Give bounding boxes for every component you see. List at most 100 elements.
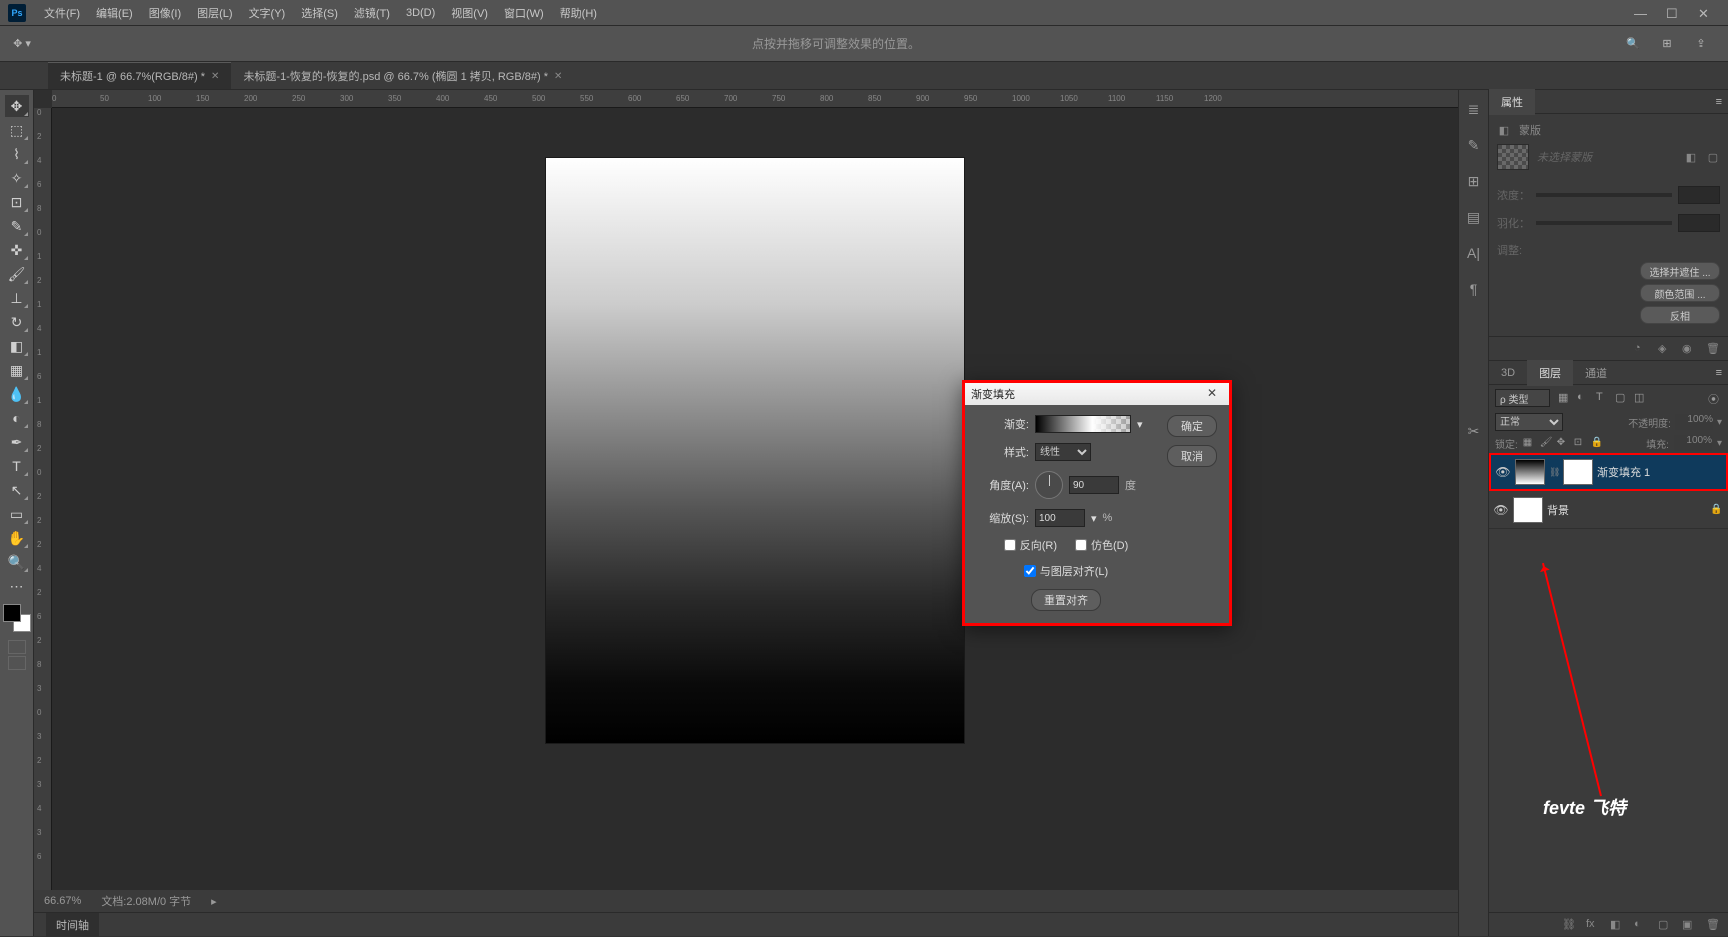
doc-tab-1[interactable]: 未标题-1 @ 66.7%(RGB/8#) * ✕ bbox=[48, 62, 231, 89]
layer-kind-select[interactable]: ρ 类型 bbox=[1495, 389, 1550, 407]
minimize-icon[interactable]: — bbox=[1634, 6, 1648, 20]
tool-preset-icon[interactable]: ✥ ▾ bbox=[8, 33, 36, 55]
pen-tool[interactable]: ✒ bbox=[5, 431, 29, 453]
fill-input[interactable]: 100% bbox=[1674, 435, 1712, 451]
dropdown-icon[interactable]: ▾ bbox=[1717, 438, 1722, 449]
dialog-titlebar[interactable]: 渐变填充 ✕ bbox=[965, 383, 1229, 405]
gradient-preview[interactable] bbox=[1035, 415, 1131, 433]
layer-thumbnail[interactable] bbox=[1513, 497, 1543, 523]
link-icon[interactable]: ⛓ bbox=[1549, 467, 1559, 478]
share-icon[interactable]: ⇪ bbox=[1692, 35, 1710, 53]
tab-close-icon[interactable]: ✕ bbox=[211, 71, 219, 82]
workspace-icon[interactable]: ⊞ bbox=[1658, 35, 1676, 53]
new-layer-icon[interactable]: ▣ bbox=[1682, 918, 1696, 932]
eyedropper-tool[interactable]: ✎ bbox=[5, 215, 29, 237]
maximize-icon[interactable]: ☐ bbox=[1666, 6, 1680, 20]
channels-tab[interactable]: 通道 bbox=[1573, 360, 1619, 386]
angle-dial[interactable] bbox=[1035, 471, 1063, 499]
lock-icon[interactable]: 🔒 bbox=[1710, 504, 1724, 515]
layer-mask-thumbnail[interactable] bbox=[1563, 459, 1593, 485]
feather-input[interactable] bbox=[1678, 214, 1720, 232]
filter-toggle-icon[interactable]: ⦿ bbox=[1708, 391, 1722, 405]
lock-image-icon[interactable]: 🖌 bbox=[1540, 437, 1552, 449]
history-brush-tool[interactable]: ↻ bbox=[5, 311, 29, 333]
invert-button[interactable]: 反相 bbox=[1640, 306, 1720, 324]
pixel-mask-icon[interactable]: ◧ bbox=[1684, 150, 1698, 164]
new-fill-icon[interactable]: ◐ bbox=[1634, 918, 1648, 932]
dropdown-icon[interactable]: ▾ bbox=[1091, 512, 1097, 525]
select-mask-button[interactable]: 选择并遮住 ... bbox=[1640, 262, 1720, 280]
blend-mode-select[interactable]: 正常 bbox=[1495, 413, 1563, 431]
dropdown-icon[interactable]: ▾ bbox=[1137, 418, 1143, 431]
panel-menu-icon[interactable]: ≡ bbox=[1716, 367, 1728, 379]
delete-layer-icon[interactable]: 🗑 bbox=[1706, 918, 1720, 932]
close-icon[interactable]: ✕ bbox=[1698, 6, 1712, 20]
eraser-tool[interactable]: ◧ bbox=[5, 335, 29, 357]
menu-edit[interactable]: 编辑(E) bbox=[88, 1, 141, 25]
move-tool[interactable]: ✥ bbox=[5, 95, 29, 117]
tools-preset-icon[interactable]: ✂ bbox=[1464, 422, 1484, 440]
filter-pixel-icon[interactable]: ▦ bbox=[1558, 391, 1572, 405]
menu-help[interactable]: 帮助(H) bbox=[552, 1, 605, 25]
brush-tool[interactable]: 🖌 bbox=[5, 263, 29, 285]
doc-tab-2[interactable]: 未标题-1-恢复的-恢复的.psd @ 66.7% (椭圆 1 拷贝, RGB/… bbox=[231, 63, 574, 89]
dodge-tool[interactable]: ◐ bbox=[5, 407, 29, 429]
paragraph-icon[interactable]: ¶ bbox=[1464, 280, 1484, 298]
filter-smart-icon[interactable]: ◫ bbox=[1634, 391, 1648, 405]
opacity-input[interactable]: 100% bbox=[1675, 414, 1713, 430]
character-icon[interactable]: A| bbox=[1464, 244, 1484, 262]
lock-artboard-icon[interactable]: ⊡ bbox=[1574, 437, 1586, 449]
panel-menu-icon[interactable]: ≡ bbox=[1716, 96, 1728, 108]
brush-preset-icon[interactable]: ✎ bbox=[1464, 136, 1484, 154]
lock-position-icon[interactable]: ✥ bbox=[1557, 437, 1569, 449]
color-swatches[interactable] bbox=[3, 604, 31, 632]
link-layers-icon[interactable]: ⛓ bbox=[1562, 918, 1576, 932]
dither-checkbox[interactable]: 仿色(D) bbox=[1075, 537, 1128, 553]
layer-thumbnail[interactable] bbox=[1515, 459, 1545, 485]
apply-mask-icon[interactable]: ◈ bbox=[1658, 342, 1672, 356]
layer-row-gradient[interactable]: 👁 ⛓ 渐变填充 1 bbox=[1489, 453, 1728, 491]
menu-3d[interactable]: 3D(D) bbox=[398, 3, 443, 23]
3d-tab[interactable]: 3D bbox=[1489, 362, 1527, 384]
reverse-checkbox[interactable]: 反向(R) bbox=[1004, 537, 1057, 553]
lock-all-icon[interactable]: 🔒 bbox=[1591, 437, 1603, 449]
cancel-button[interactable]: 取消 bbox=[1167, 445, 1217, 467]
tab-close-icon[interactable]: ✕ bbox=[554, 71, 562, 82]
shape-tool[interactable]: ▭ bbox=[5, 503, 29, 525]
marquee-tool[interactable]: ⬚ bbox=[5, 119, 29, 141]
disable-mask-icon[interactable]: ◉ bbox=[1682, 342, 1696, 356]
menu-layer[interactable]: 图层(L) bbox=[189, 1, 240, 25]
menu-file[interactable]: 文件(F) bbox=[36, 1, 88, 25]
menu-window[interactable]: 窗口(W) bbox=[496, 1, 552, 25]
ok-button[interactable]: 确定 bbox=[1167, 415, 1217, 437]
layers-tab[interactable]: 图层 bbox=[1527, 360, 1573, 386]
hand-tool[interactable]: ✋ bbox=[5, 527, 29, 549]
ruler-horizontal[interactable]: 0501001502002503003504004505005506006507… bbox=[52, 90, 1458, 108]
quickmask-icon[interactable] bbox=[8, 640, 26, 654]
gradient-tool[interactable]: ▦ bbox=[5, 359, 29, 381]
vector-mask-icon[interactable]: ▢ bbox=[1706, 150, 1720, 164]
heal-tool[interactable]: ✜ bbox=[5, 239, 29, 261]
filter-shape-icon[interactable]: ▢ bbox=[1615, 391, 1629, 405]
layer-row-background[interactable]: 👁 背景 🔒 bbox=[1489, 491, 1728, 529]
menu-type[interactable]: 文字(Y) bbox=[241, 1, 294, 25]
dropdown-icon[interactable]: ▾ bbox=[1717, 417, 1722, 428]
load-selection-icon[interactable]: ◔ bbox=[1634, 342, 1648, 356]
menu-image[interactable]: 图像(I) bbox=[141, 1, 189, 25]
ruler-vertical[interactable]: 02468012141618202224262830323436 bbox=[34, 108, 52, 890]
history-icon[interactable]: ≣ bbox=[1464, 100, 1484, 118]
reset-align-button[interactable]: 重置对齐 bbox=[1031, 589, 1101, 611]
menu-filter[interactable]: 滤镜(T) bbox=[346, 1, 398, 25]
angle-input[interactable] bbox=[1069, 476, 1119, 494]
stamp-tool[interactable]: ⊥ bbox=[5, 287, 29, 309]
density-slider[interactable] bbox=[1536, 193, 1672, 197]
feather-slider[interactable] bbox=[1536, 221, 1672, 225]
timeline-tab[interactable]: 时间轴 bbox=[46, 913, 99, 937]
density-input[interactable] bbox=[1678, 186, 1720, 204]
add-mask-icon[interactable]: ◧ bbox=[1610, 918, 1624, 932]
menu-select[interactable]: 选择(S) bbox=[293, 1, 346, 25]
zoom-tool[interactable]: 🔍 bbox=[5, 551, 29, 573]
scale-input[interactable] bbox=[1035, 509, 1085, 527]
dialog-close-icon[interactable]: ✕ bbox=[1207, 386, 1223, 402]
delete-mask-icon[interactable]: 🗑 bbox=[1706, 342, 1720, 356]
